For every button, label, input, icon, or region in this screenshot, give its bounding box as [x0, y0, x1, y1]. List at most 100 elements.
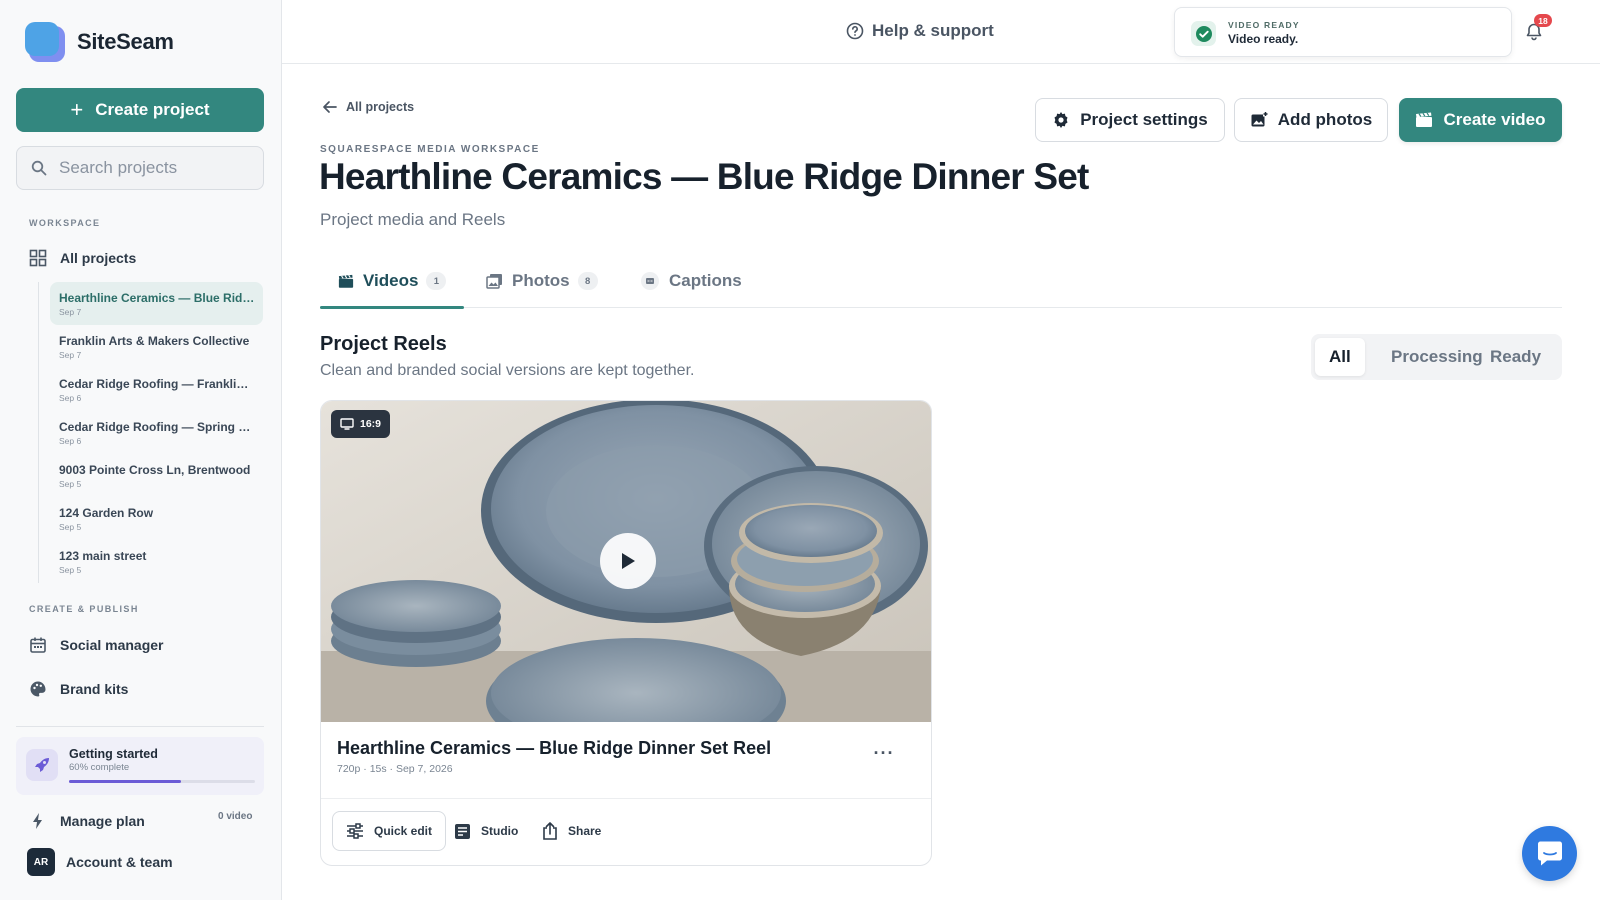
- video-title: Hearthline Ceramics — Blue Ridge Dinner …: [337, 738, 772, 758]
- workspace-section-label: WORKSPACE: [29, 218, 101, 228]
- sidebar-item-manage-plan[interactable]: Manage plan: [28, 811, 145, 831]
- avatar: AR: [27, 848, 55, 876]
- sliders-icon: [346, 823, 364, 839]
- project-item[interactable]: Cedar Ridge Roofing — Franklin Project S…: [50, 368, 263, 411]
- toast-label: VIDEO READY: [1228, 20, 1300, 30]
- section-subtitle: Clean and branded social versions are ke…: [320, 362, 695, 379]
- sidebar-item-account[interactable]: AR Account & team: [27, 848, 173, 876]
- sidebar-item-all-projects[interactable]: All projects: [28, 248, 136, 268]
- project-name: Hearthline Ceramics — Blue Ridge Dinner …: [59, 291, 255, 305]
- video-ready-toast[interactable]: VIDEO READY Video ready.: [1174, 7, 1512, 57]
- share-icon: [542, 822, 558, 840]
- project-name: Cedar Ridge Roofing — Spring Review: [59, 420, 255, 434]
- project-name: 124 Garden Row: [59, 506, 154, 520]
- project-date: Sep 7: [59, 307, 82, 317]
- studio-icon: [454, 823, 471, 840]
- sidebar: SiteSeam + Create project WORKSPACE All …: [0, 0, 282, 900]
- studio-button[interactable]: Studio: [441, 811, 531, 851]
- play-icon: [622, 553, 635, 569]
- back-label: All projects: [346, 100, 415, 114]
- project-item[interactable]: Cedar Ridge Roofing — Spring Review Sep …: [50, 411, 263, 454]
- clapperboard-icon: [1415, 112, 1433, 128]
- media-tabs: Videos 1 Photos 8 Captions: [320, 254, 1562, 309]
- quick-edit-button[interactable]: Quick edit: [332, 811, 447, 851]
- video-thumbnail[interactable]: 16:9: [321, 401, 931, 722]
- share-label: Share: [568, 824, 602, 838]
- project-name: 9003 Pointe Cross Ln, Brentwood: [59, 463, 251, 477]
- help-icon: [846, 22, 864, 40]
- lightning-icon: [28, 811, 48, 831]
- sidebar-item-brand-kits[interactable]: Brand kits: [28, 679, 128, 699]
- app-name: SiteSeam: [77, 29, 174, 54]
- project-date: Sep 6: [59, 393, 82, 403]
- grid-icon: [28, 248, 48, 268]
- project-item[interactable]: 9003 Pointe Cross Ln, Brentwood Sep 5: [50, 454, 263, 497]
- progress-fill: [69, 780, 181, 783]
- create-video-button[interactable]: Create video: [1399, 98, 1562, 142]
- gear-icon: [1052, 111, 1070, 129]
- studio-label: Studio: [481, 824, 519, 838]
- project-name: Cedar Ridge Roofing — Franklin Project: [59, 377, 255, 391]
- sidebar-item-label: Account & team: [66, 854, 173, 870]
- help-support-link[interactable]: Help & support: [846, 21, 994, 41]
- search-box[interactable]: [16, 146, 264, 190]
- getting-started-card[interactable]: Getting started 60% complete: [16, 737, 264, 795]
- tab-label: Videos: [363, 271, 419, 290]
- search-icon: [31, 160, 47, 176]
- back-to-all-projects-link[interactable]: All projects: [322, 99, 414, 115]
- tab-captions[interactable]: Captions: [640, 254, 742, 308]
- tab-photos[interactable]: Photos 8: [486, 254, 598, 308]
- tab-count-badge: 8: [577, 272, 598, 290]
- getting-started-title: Getting started: [69, 747, 158, 761]
- getting-started-progress-bar: [69, 780, 255, 783]
- sidebar-divider: [16, 726, 264, 727]
- project-list: Hearthline Ceramics — Blue Ridge Dinner …: [38, 282, 264, 583]
- aspect-ratio-label: 16:9: [360, 418, 382, 430]
- add-photo-icon: [1250, 111, 1268, 129]
- check-circle-icon: [1191, 21, 1216, 46]
- sidebar-item-label: Social manager: [60, 637, 164, 653]
- share-button[interactable]: Share: [529, 811, 614, 851]
- add-photos-button[interactable]: Add photos: [1234, 98, 1388, 142]
- help-label: Help & support: [872, 21, 994, 40]
- create-publish-section-label: CREATE & PUBLISH: [29, 604, 139, 614]
- filter-all[interactable]: All: [1315, 338, 1365, 376]
- project-name: Franklin Arts & Makers Collective: [59, 334, 250, 348]
- sidebar-item-label: Brand kits: [60, 681, 129, 697]
- page-title: Hearthline Ceramics — Blue Ridge Dinner …: [319, 156, 1089, 197]
- aspect-ratio-badge: 16:9: [331, 410, 391, 438]
- getting-started-progress-text: 60% complete: [69, 762, 130, 773]
- logo[interactable]: SiteSeam: [25, 22, 174, 62]
- project-item[interactable]: Franklin Arts & Makers Collective Sep 7: [50, 325, 263, 368]
- plus-icon: +: [70, 97, 84, 122]
- toast-message: Video ready.: [1228, 32, 1299, 46]
- card-divider: [321, 798, 931, 799]
- filter-ready[interactable]: Ready: [1476, 338, 1555, 376]
- notification-badge: 18: [1534, 14, 1552, 27]
- clapperboard-icon: [338, 274, 354, 289]
- project-date: Sep 5: [59, 479, 82, 489]
- search-input[interactable]: [59, 158, 249, 178]
- sidebar-item-label: All projects: [60, 250, 137, 266]
- project-settings-button[interactable]: Project settings: [1035, 98, 1225, 142]
- arrow-left-icon: [323, 101, 337, 113]
- tab-label: Captions: [669, 271, 742, 290]
- project-item[interactable]: 123 main street Sep 5: [50, 540, 263, 583]
- quick-edit-label: Quick edit: [374, 824, 433, 838]
- project-item[interactable]: 124 Garden Row Sep 5: [50, 497, 263, 540]
- play-button[interactable]: [600, 533, 656, 589]
- tab-videos[interactable]: Videos 1: [320, 254, 465, 309]
- video-meta: 720p · 15s · Sep 7, 2026: [337, 763, 453, 775]
- project-item[interactable]: Hearthline Ceramics — Blue Ridge Dinner …: [50, 282, 263, 325]
- photos-icon: [486, 273, 503, 289]
- sidebar-item-social-manager[interactable]: Social manager: [28, 635, 164, 655]
- top-bar: Help & support VIDEO READY Video ready. …: [282, 0, 1600, 64]
- settings-label: Project settings: [1080, 110, 1208, 129]
- section-title: Project Reels: [320, 333, 447, 355]
- chat-button[interactable]: [1522, 826, 1577, 881]
- more-options-icon[interactable]: ···: [869, 741, 899, 765]
- tab-count-badge: 1: [426, 272, 447, 290]
- tab-label: Photos: [512, 271, 570, 290]
- create-project-button[interactable]: + Create project: [16, 88, 264, 132]
- monitor-icon: [340, 418, 354, 430]
